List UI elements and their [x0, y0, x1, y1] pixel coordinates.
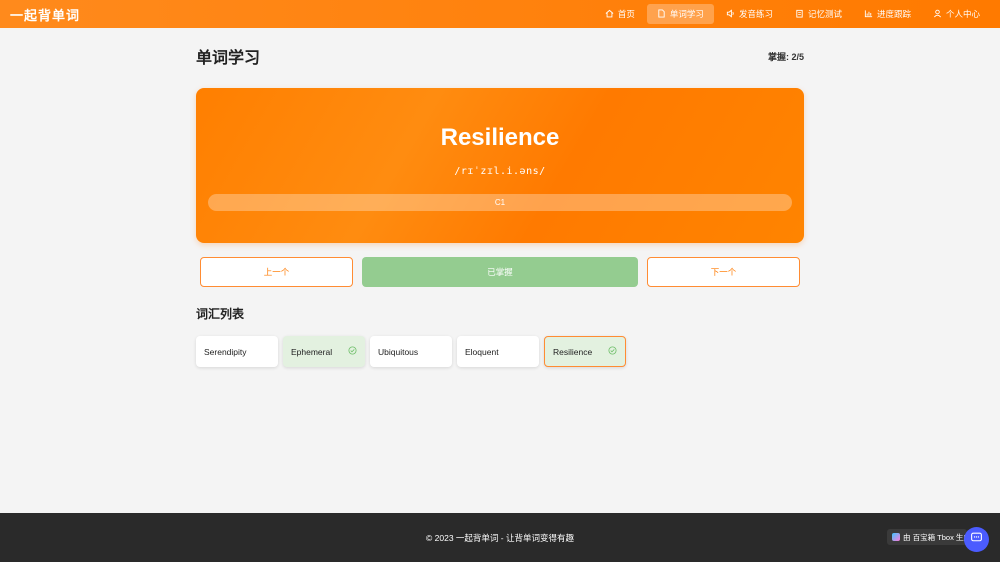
vocab-item[interactable]: Serendipity [196, 336, 278, 367]
vocab-word: Ubiquitous [378, 346, 419, 357]
page-header: 单词学习 掌握: 2/5 [196, 28, 804, 88]
tbox-logo-icon [892, 533, 900, 541]
vocab-list-title: 词汇列表 [196, 307, 245, 321]
prev-button[interactable]: 上一个 [200, 257, 353, 287]
nav-item-label: 首页 [617, 9, 635, 19]
speaker-icon [726, 8, 735, 20]
nav-item-label: 个人中心 [945, 9, 980, 19]
main-content: 单词学习 掌握: 2/5 Resilience /rɪˈzɪl.i.əns/ C… [196, 28, 804, 367]
main-nav: 首页 单词学习 发音练习 记忆测试 进度跟踪 个人中心 [595, 0, 990, 28]
word-phonetic: /rɪˈzɪl.i.əns/ [454, 166, 546, 177]
page-title: 单词学习 [196, 50, 261, 67]
nav-item-label: 单词学习 [669, 9, 704, 19]
next-button[interactable]: 下一个 [647, 257, 800, 287]
user-icon [933, 9, 942, 20]
footer: © 2023 一起背单词 - 让背单词变得有趣 [0, 513, 1000, 562]
chat-icon [970, 531, 983, 549]
nav-item-memory-test[interactable]: 记忆测试 [785, 4, 852, 24]
word-text: Resilience [440, 124, 560, 151]
brand-logo[interactable]: 一起背单词 [10, 5, 80, 24]
nav-item-home[interactable]: 首页 [595, 4, 645, 24]
check-circle-icon [608, 346, 617, 357]
action-buttons: 上一个 已掌握 下一个 [196, 257, 804, 287]
nav-item-label: 进度跟踪 [876, 9, 911, 19]
chat-button[interactable] [964, 527, 989, 552]
mastered-button[interactable]: 已掌握 [362, 257, 638, 287]
vocab-item[interactable]: Ephemeral [283, 336, 365, 367]
mastered-count: 掌握: 2/5 [767, 52, 804, 62]
vocab-word: Ephemeral [291, 346, 333, 357]
vocab-item[interactable]: Eloquent [457, 336, 539, 367]
level-badge: C1 [208, 194, 792, 211]
word-card[interactable]: Resilience /rɪˈzɪl.i.əns/ C1 [196, 88, 804, 243]
vocab-word: Serendipity [204, 346, 247, 357]
nav-item-profile[interactable]: 个人中心 [923, 4, 990, 24]
vocab-item-current[interactable]: Resilience [544, 336, 626, 367]
vocab-word: Eloquent [465, 346, 499, 357]
clipboard-icon [795, 9, 804, 20]
document-icon [657, 8, 666, 20]
nav-item-label: 记忆测试 [807, 9, 842, 19]
vocab-item[interactable]: Ubiquitous [370, 336, 452, 367]
footer-text: © 2023 一起背单词 - 让背单词变得有趣 [426, 532, 574, 543]
nav-item-progress[interactable]: 进度跟踪 [854, 4, 921, 24]
nav-item-word-study[interactable]: 单词学习 [646, 4, 714, 24]
top-navbar: 一起背单词 首页 单词学习 发音练习 记忆测试 进度跟踪 个人中心 [0, 0, 1000, 28]
vocab-list: Serendipity Ephemeral Ubiquitous Eloquen… [196, 336, 626, 367]
bar-chart-icon [864, 9, 873, 20]
nav-item-label: 发音练习 [738, 9, 773, 19]
vocab-word: Resilience [553, 346, 593, 357]
tbox-label: 由 百宝箱 Tbox 生成 [903, 532, 967, 542]
home-icon [605, 9, 614, 20]
nav-item-pronunciation[interactable]: 发音练习 [716, 4, 783, 24]
tbox-badge[interactable]: 由 百宝箱 Tbox 生成 [887, 529, 967, 545]
check-circle-icon [348, 346, 357, 357]
